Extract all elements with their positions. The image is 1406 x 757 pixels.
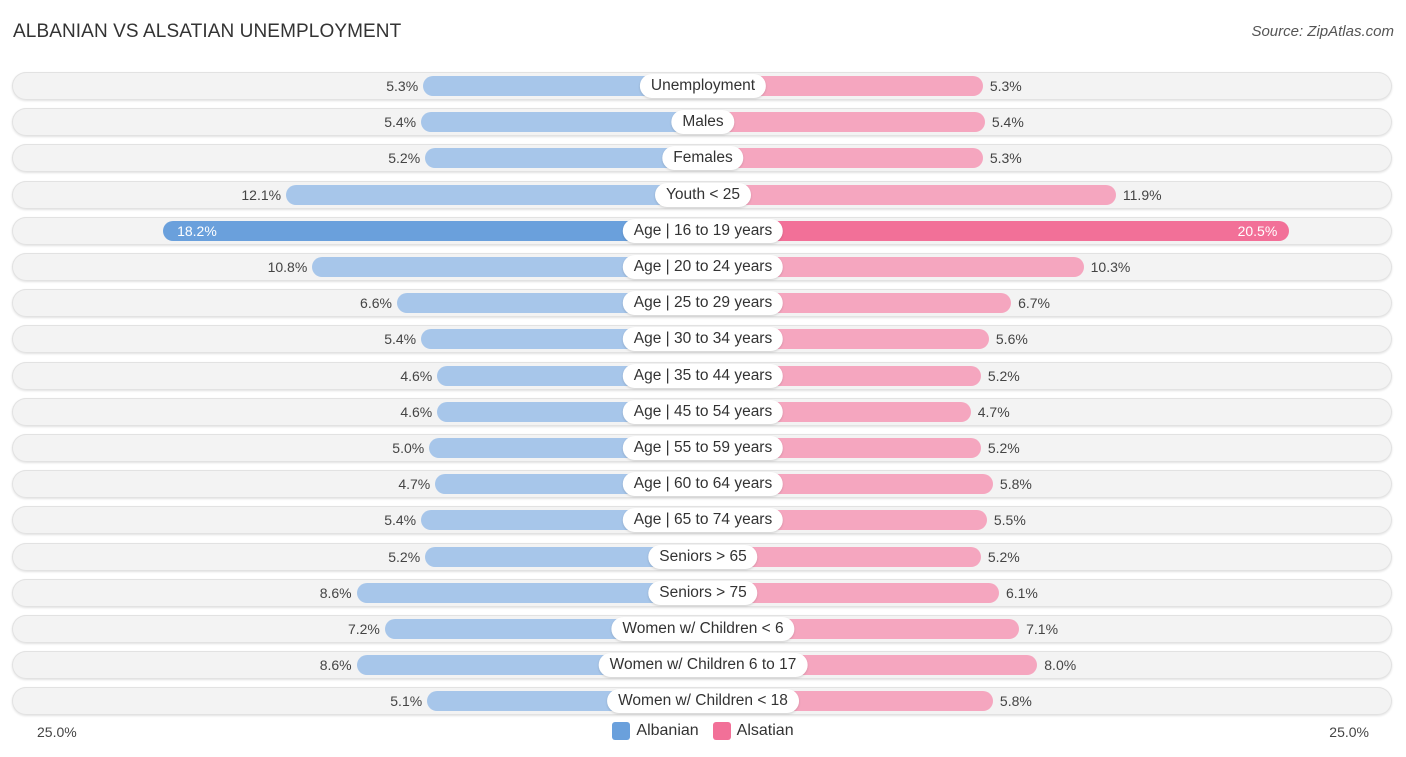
value-label-albanian: 5.1%	[390, 693, 423, 710]
value-label-alsatian: 20.5%	[1237, 222, 1278, 239]
value-label-alsatian: 7.1%	[1026, 621, 1059, 637]
category-label: Women w/ Children < 18	[607, 689, 799, 714]
category-label: Age | 60 to 64 years	[622, 472, 784, 497]
category-label: Males	[671, 110, 735, 135]
bar-alsatian[interactable]	[703, 148, 983, 169]
value-label-alsatian: 5.2%	[987, 367, 1020, 384]
value-label-alsatian: 8.0%	[1044, 657, 1077, 674]
legend-item-albanian[interactable]: Albanian	[612, 722, 699, 740]
category-label: Age | 45 to 54 years	[622, 399, 784, 424]
chart-area: 5.3% 5.3% Unemployment 5.4% 5.4% Males 5.2% 5.3…	[0, 0, 1406, 757]
value-label-albanian: 5.4%	[384, 331, 417, 348]
category-label: Females	[662, 146, 744, 171]
category-label: Unemployment	[639, 74, 767, 98]
legend-item-alsatian[interactable]: Alsatian	[712, 722, 794, 740]
value-label-albanian: 5.2%	[388, 548, 421, 565]
category-label: Age | 35 to 44 years	[622, 363, 784, 388]
value-label-alsatian: 5.2%	[987, 548, 1020, 565]
category-label: Age | 20 to 24 years	[622, 255, 784, 279]
category-label: Women w/ Children < 6	[611, 617, 795, 641]
category-label: Age | 16 to 19 years	[622, 218, 784, 243]
value-label-albanian: 18.2%	[177, 222, 217, 239]
value-label-alsatian: 5.3%	[989, 150, 1022, 167]
category-label: Seniors > 65	[648, 544, 758, 569]
value-label-albanian: 4.6%	[400, 367, 433, 384]
value-label-alsatian: 5.3%	[989, 78, 1022, 94]
value-label-albanian: 5.2%	[388, 150, 421, 167]
category-label: Seniors > 75	[648, 580, 758, 605]
value-label-alsatian: 5.8%	[999, 693, 1032, 710]
value-label-alsatian: 5.2%	[987, 440, 1020, 456]
value-label-albanian: 5.4%	[384, 512, 417, 529]
value-label-albanian: 4.6%	[400, 403, 433, 420]
value-label-albanian: 7.2%	[347, 621, 380, 637]
bar-albanian[interactable]	[286, 184, 703, 205]
category-label: Age | 25 to 29 years	[622, 291, 784, 316]
value-label-alsatian: 6.7%	[1018, 295, 1050, 312]
value-label-albanian: 4.7%	[398, 476, 431, 493]
value-label-albanian: 5.4%	[384, 114, 417, 131]
category-label: Age | 30 to 34 years	[622, 327, 784, 352]
legend-label-albanian: Albanian	[636, 722, 699, 739]
value-label-alsatian: 6.1%	[1005, 584, 1038, 601]
legend-label-alsatian: Alsatian	[736, 722, 794, 739]
value-label-albanian: 6.6%	[360, 295, 392, 312]
bar-albanian[interactable]	[421, 112, 703, 133]
value-label-albanian: 8.6%	[319, 584, 352, 601]
value-label-albanian: 8.6%	[319, 657, 352, 674]
value-label-albanian: 5.0%	[392, 440, 425, 456]
category-label: Age | 65 to 74 years	[622, 508, 784, 533]
legend-swatch-albanian	[612, 722, 631, 740]
value-label-alsatian: 5.5%	[993, 512, 1026, 529]
value-label-alsatian: 10.3%	[1090, 259, 1131, 275]
value-label-alsatian: 11.9%	[1122, 186, 1162, 203]
legend-swatch-alsatian	[712, 722, 731, 740]
value-label-alsatian: 4.7%	[977, 403, 1010, 420]
category-label: Women w/ Children 6 to 17	[598, 653, 808, 678]
value-label-alsatian: 5.4%	[991, 114, 1024, 131]
category-label: Age | 55 to 59 years	[622, 436, 784, 460]
bar-alsatian[interactable]	[703, 184, 1116, 205]
value-label-alsatian: 5.8%	[999, 476, 1032, 493]
value-label-albanian: 5.3%	[386, 78, 419, 94]
value-label-alsatian: 5.6%	[995, 331, 1028, 348]
legend: Albanian Alsatian	[0, 722, 1406, 740]
category-label: Youth < 25	[655, 182, 751, 207]
value-label-albanian: 12.1%	[241, 186, 282, 203]
bar-alsatian[interactable]	[703, 112, 985, 133]
bar-alsatian[interactable]	[703, 220, 1290, 241]
value-label-albanian: 10.8%	[267, 259, 308, 275]
